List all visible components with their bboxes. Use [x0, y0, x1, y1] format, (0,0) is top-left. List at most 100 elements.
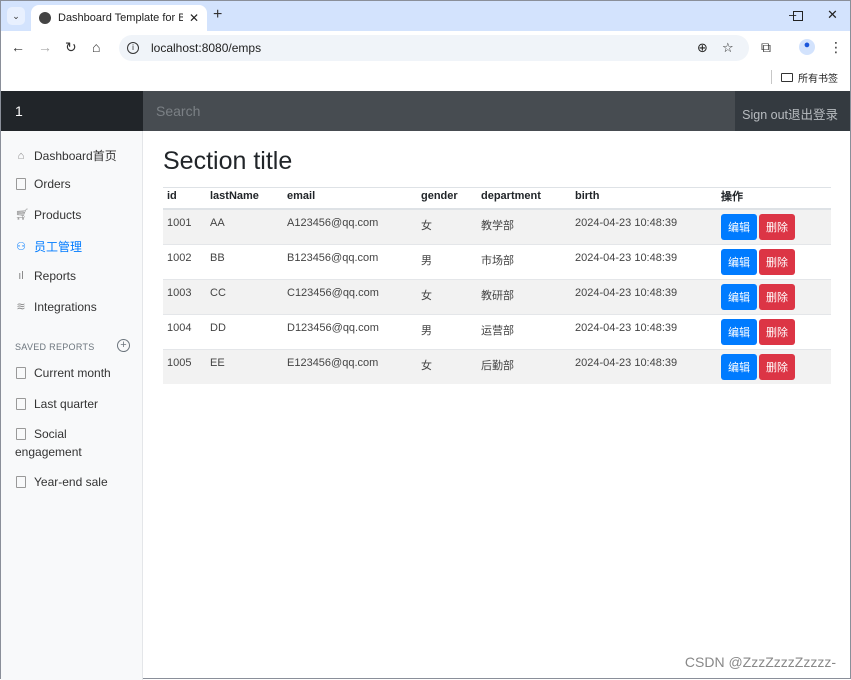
home-icon[interactable]: ⌂	[92, 39, 100, 55]
star-icon[interactable]: ☆	[722, 40, 734, 56]
new-tab-button[interactable]: +	[213, 6, 222, 24]
back-icon[interactable]: ←	[11, 39, 25, 55]
globe-icon	[39, 12, 51, 24]
employee-table: id lastName email gender department birth 操作 1…	[163, 183, 831, 384]
table-cell: C123456@qq.com	[283, 279, 417, 315]
sidebar-item-orders[interactable]: Orders	[15, 177, 71, 191]
bookmarks-bar: 所有书签	[1, 63, 850, 91]
file-text-icon	[15, 398, 27, 410]
table-cell: DD	[206, 314, 283, 350]
column-header: 操作	[717, 183, 831, 210]
sidebar: ⌂ Dashboard首页 Orders 🛒︎ Products ⚇ 员工管理 ıl R…	[1, 131, 143, 680]
page-title: Section title	[163, 147, 831, 188]
browser-tab[interactable]: Dashboard Template for Boo ✕	[31, 5, 207, 31]
saved-report-social-engagement[interactable]: Social	[15, 427, 67, 441]
column-header: email	[283, 183, 417, 210]
reload-icon[interactable]: ↻	[65, 39, 77, 56]
file-text-icon	[15, 428, 27, 440]
saved-report-year-end-sale[interactable]: Year-end sale	[15, 475, 108, 489]
actions-cell: 编辑 删除	[717, 244, 831, 280]
delete-button[interactable]: 删除	[759, 249, 795, 275]
sign-out-link[interactable]: Sign out退出登录	[742, 104, 838, 123]
table-cell: 1001	[163, 208, 206, 245]
table-cell: 女	[417, 208, 477, 245]
table-row: 1003 CC C123456@qq.com 女教研部 2024-04-23 10:48…	[163, 279, 831, 315]
delete-button[interactable]: 删除	[759, 214, 795, 240]
sidebar-item-products[interactable]: 🛒︎ Products	[15, 208, 81, 222]
edit-button[interactable]: 编辑	[721, 214, 757, 240]
tab-bar: ⌄ Dashboard Template for Boo ✕ + – ✕	[1, 1, 850, 31]
main-content: Section title id lastName email gender depar…	[163, 131, 831, 384]
search-input[interactable]: Search	[143, 91, 735, 131]
tab-title: Dashboard Template for Boo	[58, 12, 183, 24]
saved-report-label: Year-end sale	[34, 475, 108, 489]
tab-search-button[interactable]: ⌄	[7, 7, 25, 25]
file-text-icon	[15, 367, 27, 379]
saved-report-label: Social	[34, 427, 67, 441]
column-header: lastName	[206, 183, 283, 210]
actions-cell: 编辑 删除	[717, 314, 831, 350]
delete-button[interactable]: 删除	[759, 354, 795, 380]
sidebar-item-label: Products	[34, 208, 82, 222]
folder-icon	[781, 73, 793, 82]
table-cell: 1002	[163, 244, 206, 280]
zoom-icon[interactable]: ⊕	[697, 40, 708, 56]
brand[interactable]: 1	[1, 91, 143, 131]
extensions-icon[interactable]: ⧉	[761, 39, 771, 56]
saved-report-label: Last quarter	[34, 397, 99, 411]
table-cell: AA	[206, 208, 283, 245]
table-cell: 1003	[163, 279, 206, 315]
saved-report-last-quarter[interactable]: Last quarter	[15, 397, 98, 411]
edit-button[interactable]: 编辑	[721, 284, 757, 310]
table-row: 1002 BB B123456@qq.com 男市场部 2024-04-23 10:48…	[163, 244, 831, 280]
sidebar-item-label: Dashboard首页	[34, 149, 117, 163]
site-info-icon[interactable]: i	[127, 42, 139, 54]
table-cell: 1004	[163, 314, 206, 350]
table-cell: 女	[417, 279, 477, 315]
table-cell: 2024-04-23 10:48:39	[571, 314, 717, 350]
table-cell: 后勤部	[477, 349, 571, 384]
actions-cell: 编辑 删除	[717, 279, 831, 315]
table-cell: 男	[417, 244, 477, 280]
address-bar[interactable]: i localhost:8080/emps ⊕ ☆	[119, 35, 749, 61]
profile-icon[interactable]: ●	[799, 39, 815, 55]
menu-icon[interactable]: ⋮	[829, 39, 843, 56]
column-header: id	[163, 183, 206, 210]
close-window-button[interactable]: ✕	[827, 7, 838, 23]
table-cell: 教学部	[477, 208, 571, 245]
forward-icon[interactable]: →	[38, 39, 52, 55]
table-cell: CC	[206, 279, 283, 315]
table-cell: D123456@qq.com	[283, 314, 417, 350]
edit-button[interactable]: 编辑	[721, 319, 757, 345]
table-cell: 男	[417, 314, 477, 350]
file-text-icon	[15, 476, 27, 488]
sidebar-item-integrations[interactable]: ≋ Integrations	[15, 300, 96, 314]
column-header: birth	[571, 183, 717, 210]
edit-button[interactable]: 编辑	[721, 354, 757, 380]
saved-report-social-engagement-cont[interactable]: engagement	[15, 445, 82, 459]
delete-button[interactable]: 删除	[759, 319, 795, 345]
sidebar-item-dashboard[interactable]: ⌂ Dashboard首页	[15, 147, 117, 164]
table-cell: 1005	[163, 349, 206, 384]
all-bookmarks-button[interactable]: 所有书签	[781, 70, 838, 85]
close-tab-icon[interactable]: ✕	[189, 11, 199, 25]
users-icon: ⚇	[16, 240, 26, 253]
maximize-button[interactable]	[793, 11, 803, 21]
table-cell: 2024-04-23 10:48:39	[571, 279, 717, 315]
sidebar-item-reports[interactable]: ıl Reports	[15, 269, 76, 283]
file-icon	[15, 178, 27, 190]
delete-button[interactable]: 删除	[759, 284, 795, 310]
home-icon: ⌂	[17, 149, 25, 162]
table-cell: B123456@qq.com	[283, 244, 417, 280]
divider	[771, 70, 772, 84]
actions-cell: 编辑 删除	[717, 208, 831, 245]
saved-report-current-month[interactable]: Current month	[15, 366, 111, 380]
actions-cell: 编辑 删除	[717, 349, 831, 384]
bar-chart-icon: ıl	[18, 270, 24, 282]
sidebar-item-employees[interactable]: ⚇ 员工管理	[15, 238, 82, 255]
cart-icon: 🛒︎	[15, 209, 29, 221]
edit-button[interactable]: 编辑	[721, 249, 757, 275]
table-cell: A123456@qq.com	[283, 208, 417, 245]
add-report-icon[interactable]: +	[117, 339, 130, 352]
sidebar-item-label: Reports	[34, 269, 77, 283]
